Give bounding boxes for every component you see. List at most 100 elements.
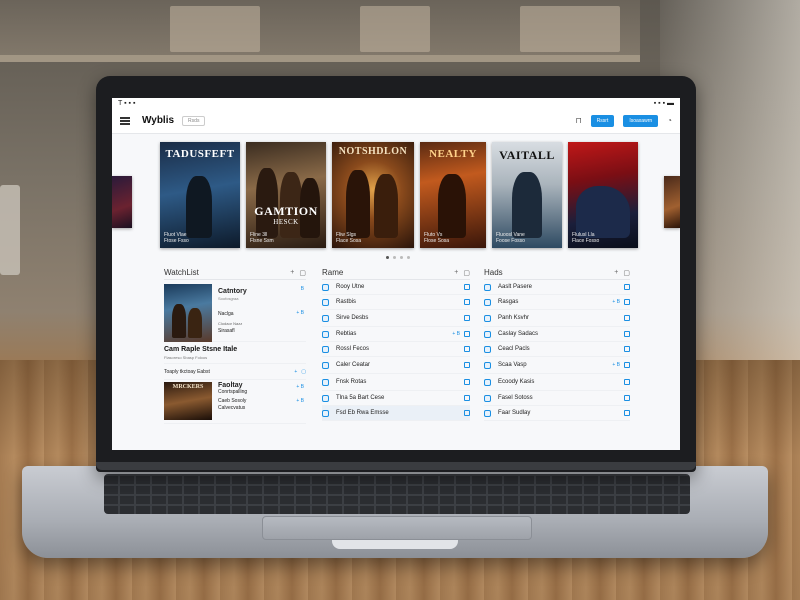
watchlist-item-action[interactable]: + B [296,398,304,404]
checkbox-icon[interactable] [624,362,630,368]
watchlist-item-detail: Clodaor Nazz [218,321,243,326]
row-label: Rastbis [336,299,357,305]
lists-row[interactable]: Rasgas + B [484,295,630,310]
watchlist-section[interactable]: Cam Raple Stsne Itale Flasoreso Sbasp Fo… [164,342,306,364]
row-label: Faar Sudlay [498,410,531,416]
home-row[interactable]: Rooy Utne [322,280,470,295]
home-row[interactable]: Tlna 5a Bart Cese [322,391,470,406]
laptop-screen: T ▪ ▪ ▪ ▪ ▪ ▪ ▬ Wyblis Rsds ⊓ Rssrt Isoa… [112,98,680,450]
checkbox-icon[interactable] [464,362,470,368]
watchlist-item-title: Catntory [218,288,247,295]
row-action-text[interactable]: + B [612,299,620,305]
row-icon [322,409,329,417]
checkbox-icon[interactable] [464,284,470,290]
expand-icon[interactable]: ▢ [623,269,630,277]
lists-row[interactable]: Aaslt Pasere [484,280,630,295]
checkbox-icon[interactable] [624,315,630,321]
home-row[interactable]: Fsd Eb Rwa Emsse [322,406,470,421]
row-action-text[interactable]: + B [452,331,460,337]
checkbox-icon[interactable] [624,379,630,385]
laptop-trackpad[interactable] [262,516,532,540]
poster-figure [576,186,630,238]
watchlist-item[interactable]: Catntory Soofosgraa Naclga Clodaor Nazz … [164,280,306,342]
lists-panel: Hads + ▢ Aaslt Pasere Rasgas + B Panh Ksvhr C… [484,266,630,450]
home-row[interactable]: Rebtias + B [322,327,470,342]
carousel-dot[interactable] [400,256,403,259]
watchlist-section-row[interactable]: Toaply tkctoay Eabst + ▢ [164,364,306,380]
background-box [360,6,430,52]
watchlist-panel: WatchList + ▢ Catntory Soofosgraa Naclga … [164,266,306,450]
lists-row[interactable]: Panh Ksvhr [484,310,630,327]
checkbox-icon[interactable] [624,299,630,305]
row-label: Rossl Fecos [336,346,370,352]
checkbox-icon[interactable] [464,410,470,416]
lists-row[interactable]: Ceacl Pacls [484,342,630,357]
checkbox-icon[interactable] [464,315,470,321]
poster-card[interactable]: Flulusl Lla Flace Fosso [568,142,638,248]
poster-title: VAITALL [499,148,555,162]
poster-card[interactable]: NOTSHDLON Fliw Slgs Flace Sosa [332,142,414,248]
carousel-dot[interactable] [393,256,396,259]
home-row[interactable]: Fnsk Rotas [322,374,470,391]
row-icon [322,330,329,338]
checkbox-icon[interactable] [464,331,470,337]
checkbox-icon[interactable] [464,299,470,305]
poster-card-partial-left[interactable] [112,176,132,228]
home-row[interactable]: Caler Ceatar [322,357,470,374]
watchlist-item-action[interactable]: + B [296,310,304,316]
expand-icon[interactable]: ▢ [299,269,306,277]
checkbox-icon[interactable] [464,379,470,385]
row-label: Rooy Utne [336,284,365,290]
checkbox-icon[interactable] [624,346,630,352]
hamburger-menu-icon[interactable] [120,116,130,125]
lists-row[interactable]: Fasel Sotoss [484,391,630,406]
watchlist-section-label: Toaply tkctoay Eabst [164,368,210,375]
checkbox-icon[interactable] [464,395,470,401]
carousel-dot[interactable] [386,256,389,259]
bag-icon[interactable]: ⊓ [575,116,581,125]
watchlist-item[interactable]: MRCKERS Faoltay Conrtspalling Caeb Sosol… [164,380,306,424]
lists-row[interactable]: Ecoody Kasis [484,374,630,391]
add-icon[interactable]: + [294,369,297,375]
header-secondary-button[interactable]: Isoaxawrn [623,114,659,127]
poster-figure [374,174,398,238]
home-header: Rame + ▢ [322,266,470,280]
profile-icon[interactable]: ◔ [667,116,672,125]
checkbox-icon[interactable] [624,284,630,290]
lists-row[interactable]: Faar Sudlay [484,406,630,421]
row-label: Rasgas [498,299,519,305]
checkbox-icon[interactable] [624,410,630,416]
watchlist-item-subtitle: Conrtspalling [218,389,248,395]
header-primary-button[interactable]: Rssrt [590,114,615,127]
poster-card-partial-right[interactable] [664,176,680,228]
watchlist-item-action[interactable]: + B [296,384,304,390]
poster-card[interactable]: GAMTION HESCK Fline 3ll Flsne Ssm [246,142,326,248]
add-icon[interactable]: + [454,269,458,277]
poster-card[interactable]: NEALTY Fluto Vs Flose Sosa [420,142,486,248]
poster-meta: Fliw Slgs Flace Sosa [336,232,362,244]
expand-icon[interactable]: ▢ [463,269,470,277]
lists-row[interactable]: Scaa Vasp + B [484,357,630,374]
background-box [170,6,260,52]
add-icon[interactable]: + [614,269,618,277]
carousel-dot[interactable] [407,256,410,259]
watchlist-section-title: Cam Raple Stsne Itale [164,346,238,353]
lists-row[interactable]: Caslay Sadacs [484,327,630,342]
row-action-text[interactable]: + B [612,362,620,368]
watchlist-item-action[interactable]: B [301,286,304,292]
add-icon[interactable]: + [290,269,294,277]
home-row[interactable]: Sirve Desbs [322,310,470,327]
poster-card[interactable]: VAITALL Fluoosl Vane Foose Fosso [492,142,562,248]
checkbox-icon[interactable] [624,331,630,337]
home-row[interactable]: Rossl Fecos [322,342,470,357]
checkbox-icon[interactable] [624,395,630,401]
header-tab[interactable]: Rsds [182,115,206,126]
poster-card[interactable]: TADUSFEFT Fluot Vlae Ftose Fsso [160,142,240,248]
poster-carousel: TADUSFEFT Fluot Vlae Ftose Fsso GAMTION … [112,138,680,258]
home-row[interactable]: Rastbis [322,295,470,310]
square-icon[interactable]: ▢ [301,369,306,375]
carousel-pagination [386,256,410,259]
laptop-hinge [96,462,696,470]
checkbox-icon[interactable] [464,346,470,352]
watchlist-item-detail: Naclga [218,311,234,317]
